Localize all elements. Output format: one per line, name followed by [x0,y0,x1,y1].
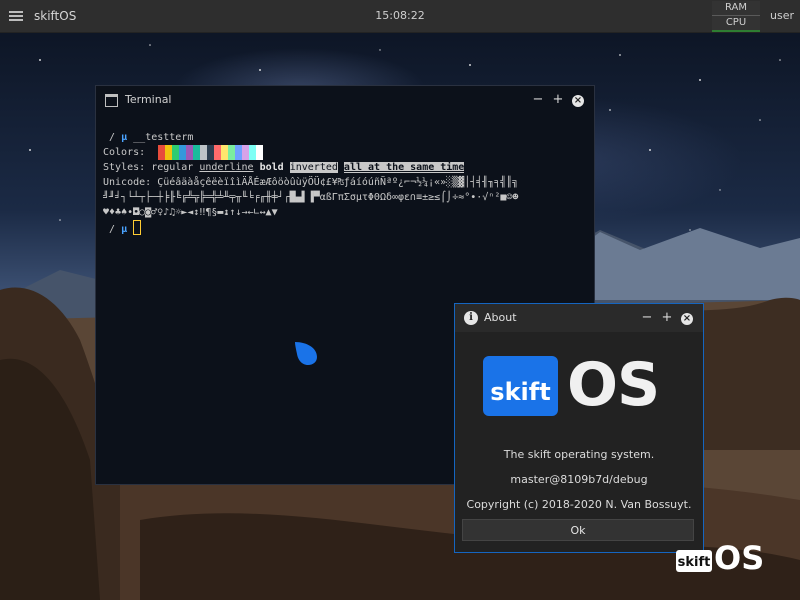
skiftos-logo: skift OS [483,350,673,420]
cpu-meter: CPU [712,16,760,32]
color-swatch [186,145,194,160]
close-icon: × [681,313,693,325]
color-swatch [165,145,173,160]
about-title: About [484,311,517,324]
terminal-line-unicode-3: ♥♦♣♠•◘○◙♂♀♪♫☼►◄↕‼¶§▬↨↑↓→←∟↔▲▼ [103,207,278,218]
minimize-button[interactable]: − [639,310,655,326]
ram-meter: RAM [712,1,760,16]
logo-os-text: OS [567,350,660,420]
about-titlebar[interactable]: i About − + × [455,304,703,332]
style-bold: bold [259,162,284,173]
color-swatch [179,145,187,160]
color-swatch [228,145,236,160]
maximize-button[interactable]: + [659,310,675,326]
logo-skift-box: skift [483,356,558,416]
close-icon: × [572,95,584,107]
color-swatch [172,145,180,160]
terminal-line-styles: Styles: regular underline bold inverted … [103,162,465,173]
top-panel: skiftOS 15:08:22 RAM CPU user [0,0,800,33]
style-all: all at the same time [343,162,465,173]
resource-meters: RAM CPU [712,0,760,32]
terminal-line-prompt: / µ [103,220,142,235]
color-swatch [200,145,208,160]
prompt-char: µ [121,132,128,143]
style-inverted: inverted [289,162,338,173]
terminal-line-colors: Colors: [103,145,264,160]
about-copyright: Copyright (c) 2018-2020 N. Van Bossuyt. [466,498,692,511]
ok-button[interactable]: Ok [462,519,694,541]
terminal-output[interactable]: / µ __testterm Colors: Styles: regular u… [103,130,587,237]
about-description: The skift operating system. [503,448,655,461]
terminal-title: Terminal [125,93,172,106]
skift-drop-icon [295,342,317,365]
maximize-button[interactable]: + [550,92,566,108]
terminal-line-unicode-2: ╝╜╛┐└┴┬├─┼╞╟╚╔╩╦╠═╬╧╨╤╥╙╘╒╓╫╪┘┌█▄▌▐▀αßΓπ… [103,192,519,203]
info-icon: i [464,311,478,325]
style-underline: underline [199,162,254,173]
close-button[interactable]: × [570,92,586,108]
about-version: master@8109b7d/debug [510,473,648,486]
style-regular: regular [151,162,194,173]
color-palette [151,145,264,160]
terminal-line-unicode-1: Unicode: ÇüéâäàåçêëèïîìÄÅÉæÆôöòûùÿÖÜ¢£¥₧… [103,177,519,188]
corner-logo-os: OS [714,539,765,577]
color-swatch [193,145,201,160]
corner-logo-skift: skift [676,550,712,572]
terminal-icon [105,94,118,107]
color-swatch [242,145,250,160]
color-swatch [158,145,166,160]
color-swatch [221,145,229,160]
about-dialog: i About − + × skift OS The skift operati… [454,303,704,553]
terminal-titlebar[interactable]: Terminal − + × [96,86,594,114]
command-text: __testterm [133,132,194,143]
color-swatch [151,145,159,160]
clock: 15:08:22 [375,9,425,22]
terminal-line-command: / µ __testterm [109,132,194,143]
color-swatch [214,145,222,160]
color-swatch [207,145,215,160]
color-swatch [235,145,243,160]
color-swatch [249,145,257,160]
user-label[interactable]: user [770,9,794,22]
close-button[interactable]: × [679,310,695,326]
text-cursor [133,220,142,235]
corner-skiftos-logo: skift OS [676,539,776,577]
color-swatch [256,145,264,160]
minimize-button[interactable]: − [530,92,546,108]
